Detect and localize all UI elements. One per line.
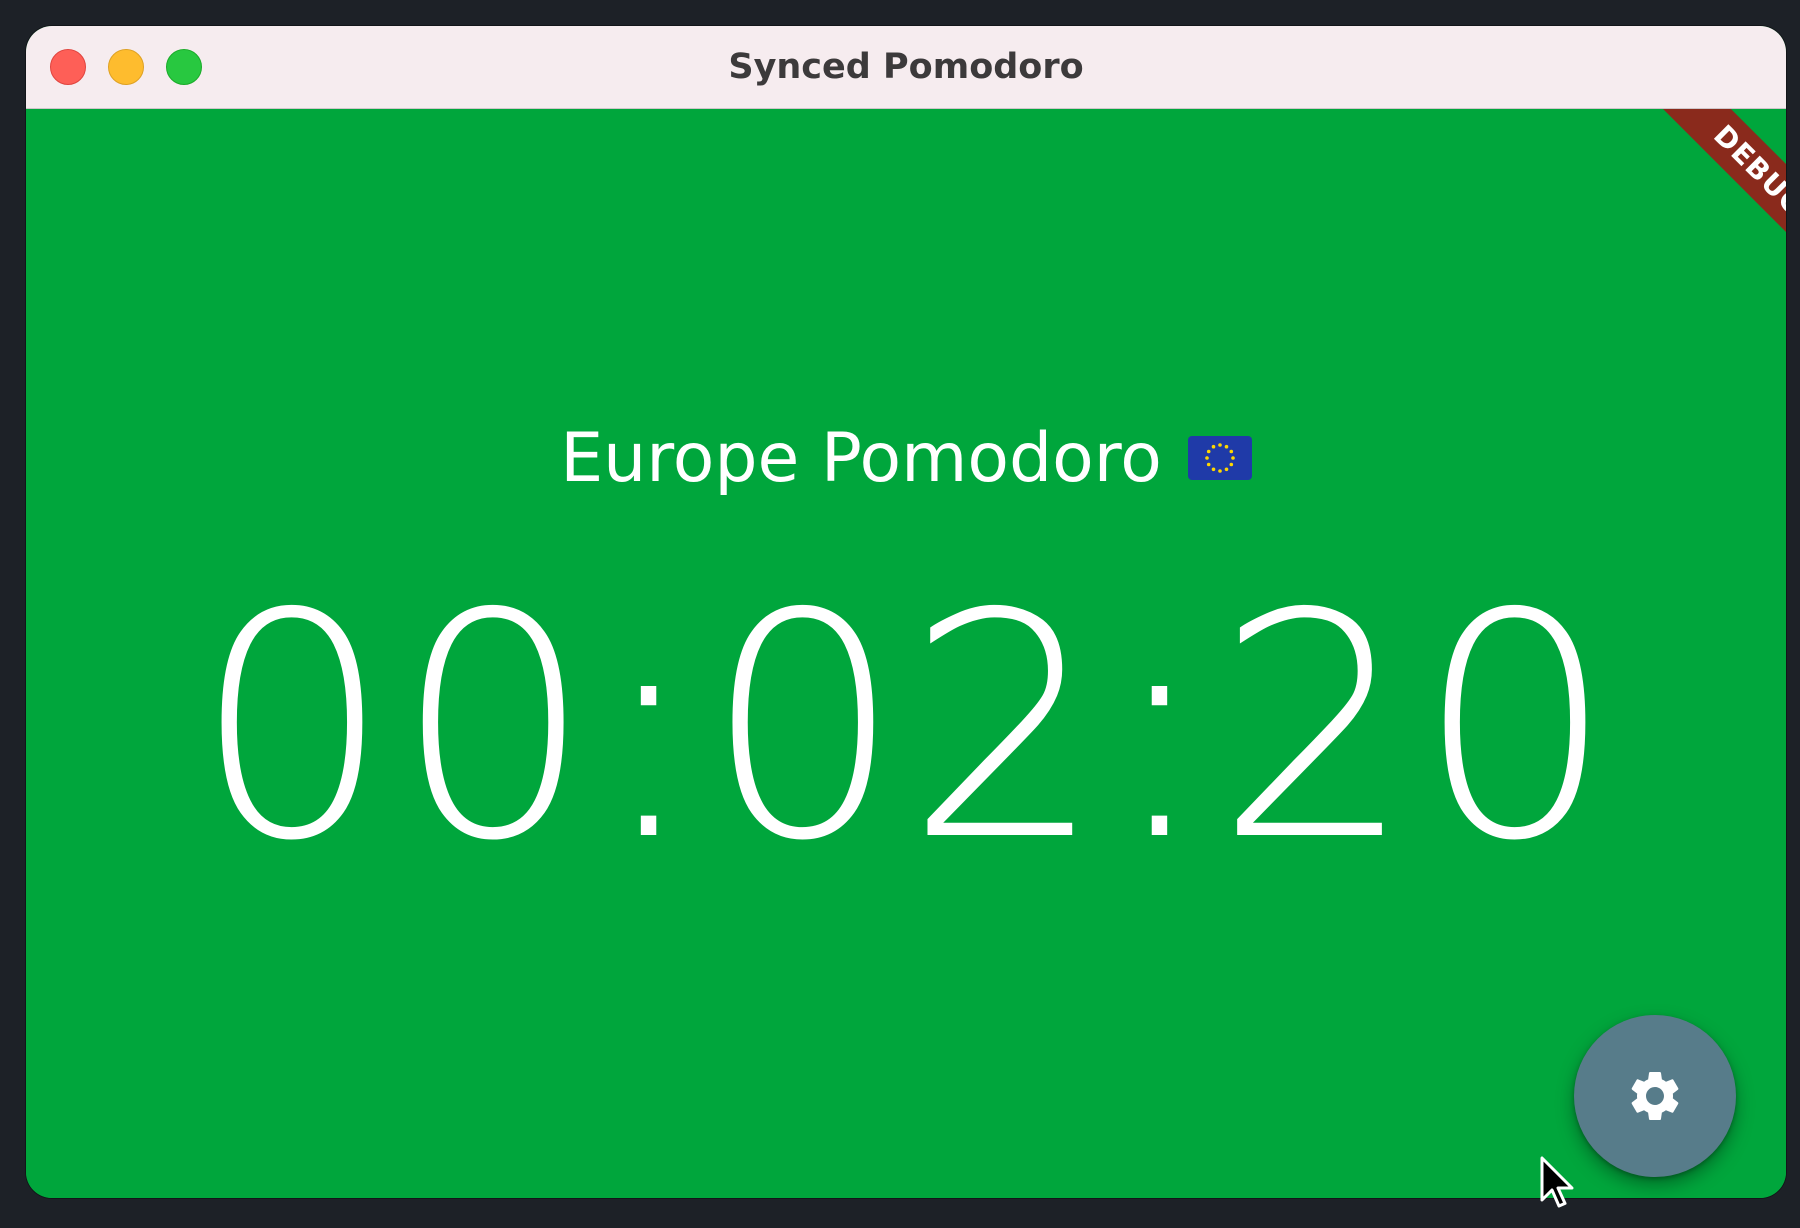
debug-banner: DEBUG xyxy=(1625,109,1786,305)
window-title: Synced Pomodoro xyxy=(728,47,1084,87)
eu-flag-icon xyxy=(1187,418,1252,498)
mouse-cursor-icon xyxy=(1540,1156,1574,1208)
gear-icon xyxy=(1631,1072,1679,1120)
session-title: Europe Pomodoro xyxy=(26,419,1786,499)
titlebar: Synced Pomodoro xyxy=(26,26,1786,109)
settings-button[interactable] xyxy=(1574,1015,1736,1177)
session-name: Europe Pomodoro xyxy=(560,419,1162,498)
countdown-timer: 00:02:20 xyxy=(193,548,1619,909)
timer-screen: DEBUG Europe Pomodoro 00:02:20 xyxy=(26,109,1786,1198)
app-window: Synced Pomodoro DEBUG Europe Pomodoro 00… xyxy=(26,26,1786,1198)
